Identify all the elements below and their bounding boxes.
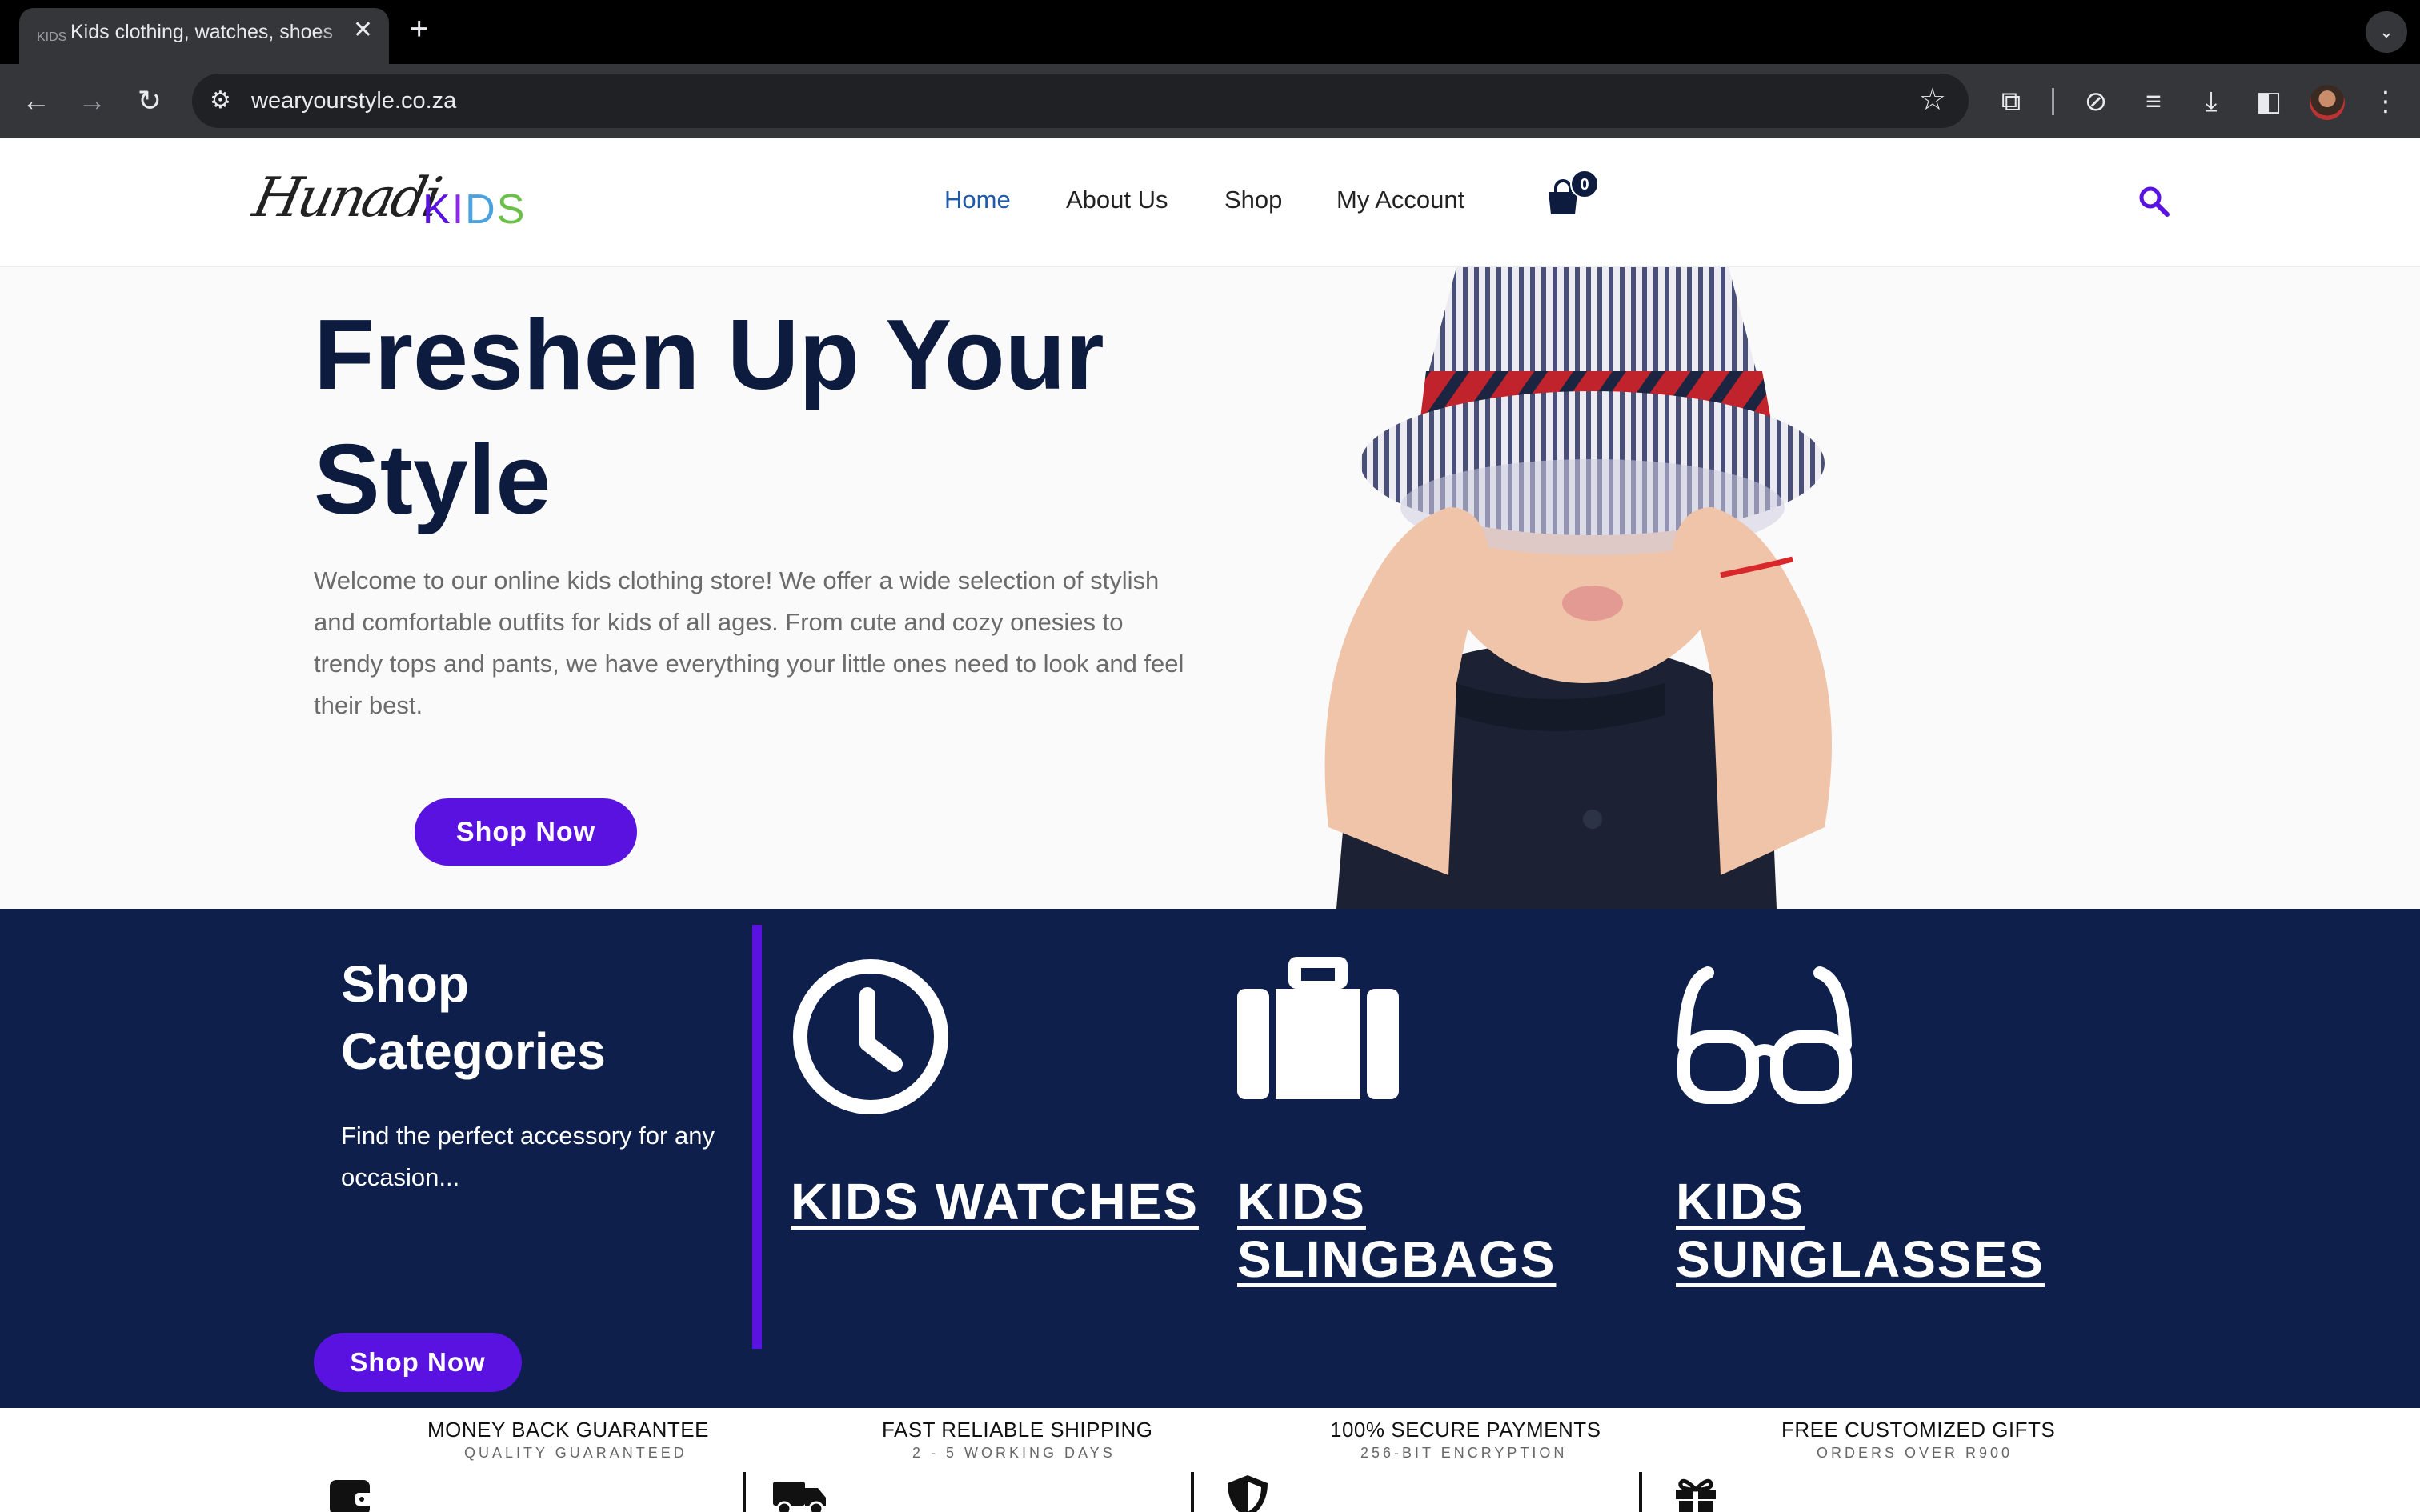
feature-subtitle: QUALITY GUARANTEED bbox=[464, 1445, 687, 1461]
feature-subtitle: 2 - 5 WORKING DAYS bbox=[912, 1445, 1116, 1461]
address-bar[interactable]: ⚙ wearyourstyle.co.za ☆ bbox=[192, 74, 1969, 128]
logo-letter: S bbox=[496, 186, 527, 233]
tab-title: Kids clothing, watches, shoes bbox=[70, 21, 333, 43]
feature-title: 100% SECURE PAYMENTS bbox=[1330, 1418, 1601, 1442]
feature-divider bbox=[1639, 1472, 1642, 1512]
toolbar-divider bbox=[2052, 88, 2054, 115]
menu-icon[interactable]: ⋮ bbox=[2366, 82, 2406, 122]
hero-shop-now-button[interactable]: Shop Now bbox=[415, 798, 637, 866]
shop-categories-section: Shop Categories Find the perfect accesso… bbox=[0, 909, 2420, 1408]
clock-icon bbox=[793, 959, 948, 1114]
bag-icon bbox=[1237, 957, 1399, 1099]
extensions-icon[interactable]: ⧉ bbox=[1991, 82, 2031, 122]
star-icon[interactable]: ☆ bbox=[1919, 82, 1946, 118]
categories-title: Shop Categories bbox=[341, 955, 606, 1080]
feature-title: MONEY BACK GUARANTEE bbox=[427, 1418, 709, 1442]
feature-subtitle: 256-BIT ENCRYPTION bbox=[1360, 1445, 1568, 1461]
glasses-icon bbox=[1677, 966, 1852, 1104]
site-header: Hunadi KIDS Home About Us Shop My Accoun… bbox=[0, 138, 2420, 267]
category-label[interactable]: KIDS SLINGBAGS bbox=[1237, 1173, 1653, 1288]
hero-child-image bbox=[1324, 267, 1832, 909]
url-text[interactable]: wearyourstyle.co.za bbox=[251, 88, 456, 114]
performance-icon[interactable]: ⊘ bbox=[2076, 82, 2116, 122]
nav-about-us[interactable]: About Us bbox=[1066, 186, 1168, 214]
logo-script: Hunadi bbox=[247, 166, 445, 230]
hero-section: Freshen Up Your Style Welcome to our onl… bbox=[0, 267, 2420, 909]
categories-divider bbox=[752, 925, 762, 1349]
new-tab-icon[interactable]: + bbox=[410, 11, 428, 47]
truck-icon bbox=[773, 1482, 826, 1512]
logo-kids: KIDS bbox=[423, 186, 526, 234]
hero-description: Welcome to our online kids clothing stor… bbox=[314, 566, 1184, 719]
category-label[interactable]: KIDS WATCHES bbox=[791, 1173, 1207, 1230]
feature-title: FAST RELIABLE SHIPPING bbox=[882, 1418, 1153, 1442]
logo-letter: D bbox=[465, 186, 497, 233]
category-label[interactable]: KIDS SUNGLASSES bbox=[1676, 1173, 2092, 1288]
feature-subtitle: ORDERS OVER R900 bbox=[1817, 1445, 2013, 1461]
profile-avatar[interactable] bbox=[2310, 85, 2345, 120]
forward-icon[interactable]: → bbox=[72, 82, 112, 122]
feature-divider bbox=[1191, 1472, 1194, 1512]
nav-shop[interactable]: Shop bbox=[1224, 186, 1282, 214]
browser-tab-strip: KIDS Kids clothing, watches, shoes ✕ + ⌄ bbox=[0, 0, 2420, 64]
nav-my-account[interactable]: My Account bbox=[1336, 186, 1464, 214]
nav-home[interactable]: Home bbox=[944, 186, 1011, 214]
browser-toolbar: ← → ↻ ⚙ wearyourstyle.co.za ☆ ⧉ ⊘ ≡ ⤓ ◧ … bbox=[0, 64, 2420, 138]
tab-search-icon[interactable]: ⌄ bbox=[2366, 11, 2407, 53]
close-tab-icon[interactable]: ✕ bbox=[353, 16, 373, 44]
shield-icon bbox=[1228, 1475, 1268, 1512]
cart-count-badge: 0 bbox=[1570, 170, 1599, 198]
sidepanel-icon[interactable]: ◧ bbox=[2249, 82, 2289, 122]
browser-tab[interactable]: KIDS Kids clothing, watches, shoes ✕ bbox=[19, 8, 389, 64]
back-icon[interactable]: ← bbox=[16, 82, 56, 122]
search-icon[interactable] bbox=[2137, 184, 2172, 219]
features-strip: MONEY BACK GUARANTEE QUALITY GUARANTEED … bbox=[0, 1408, 2420, 1512]
logo-letter: K bbox=[423, 186, 452, 233]
download-icon[interactable]: ⤓ bbox=[2191, 82, 2231, 122]
categories-shop-now-button[interactable]: Shop Now bbox=[314, 1333, 522, 1392]
reload-icon[interactable]: ↻ bbox=[130, 82, 170, 122]
feature-title: FREE CUSTOMIZED GIFTS bbox=[1781, 1418, 2056, 1442]
categories-description: Find the perfect accessory for any occas… bbox=[341, 1122, 715, 1191]
feature-divider bbox=[743, 1472, 746, 1512]
media-icon[interactable]: ≡ bbox=[2134, 82, 2174, 122]
gift-icon bbox=[1676, 1478, 1716, 1512]
logo-letter: I bbox=[451, 186, 466, 233]
wallet-icon bbox=[330, 1480, 373, 1512]
favicon-icon: KIDS bbox=[37, 30, 67, 44]
site-settings-icon[interactable]: ⚙ bbox=[210, 86, 231, 114]
hero-title: Freshen Up Your Style bbox=[314, 300, 1104, 535]
